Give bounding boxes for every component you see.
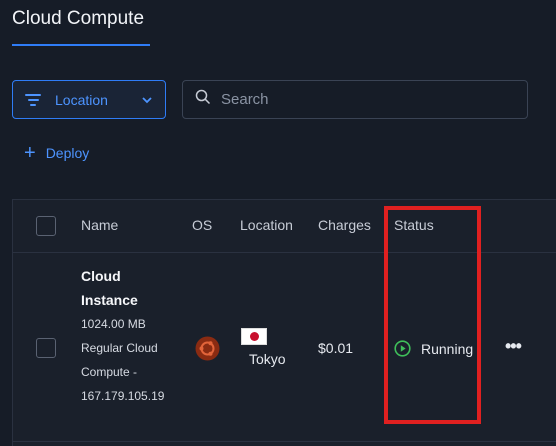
location-cell: Tokyo [241,328,301,367]
status-cell: Running [394,340,473,357]
row-checkbox[interactable] [36,338,56,358]
instances-table: Name OS Location Charges Status Cloud In… [12,199,556,446]
column-header-charges[interactable]: Charges [318,217,371,233]
select-all-checkbox[interactable] [36,216,56,236]
filter-icon [25,93,41,106]
instance-memory: 1024.00 MB [81,317,146,331]
instance-name[interactable]: Cloud Instance [81,264,181,312]
location-filter-button[interactable]: Location [12,80,166,119]
plus-icon: + [24,142,36,164]
japan-flag-icon [241,328,267,345]
search-icon [195,89,211,110]
status-label: Running [421,340,474,357]
charges-value: $0.01 [318,340,354,356]
title-underline [12,44,150,46]
instance-ip: 167.179.105.19 [81,389,165,403]
deploy-button[interactable]: + Deploy [24,142,90,164]
search-box[interactable] [182,80,528,119]
search-input[interactable] [221,91,511,108]
column-header-location[interactable]: Location [240,217,293,233]
ubuntu-icon [195,336,220,361]
more-options-button[interactable]: ••• [505,337,522,355]
instance-plan: Regular Cloud Compute - [81,341,158,379]
chevron-down-icon [141,94,153,106]
column-header-name[interactable]: Name [81,217,118,233]
table-header: Name OS Location Charges Status [13,200,556,253]
deploy-label: Deploy [45,145,90,161]
location-city: Tokyo [249,351,286,367]
instance-name-cell[interactable]: Cloud Instance 1024.00 MB Regular Cloud … [81,264,181,408]
column-header-os[interactable]: OS [192,217,212,233]
table-row[interactable]: Cloud Instance 1024.00 MB Regular Cloud … [13,254,556,442]
play-circle-icon [394,340,411,357]
page-title: Cloud Compute [12,8,145,29]
location-filter-label: Location [55,91,108,108]
column-header-status[interactable]: Status [394,217,434,233]
